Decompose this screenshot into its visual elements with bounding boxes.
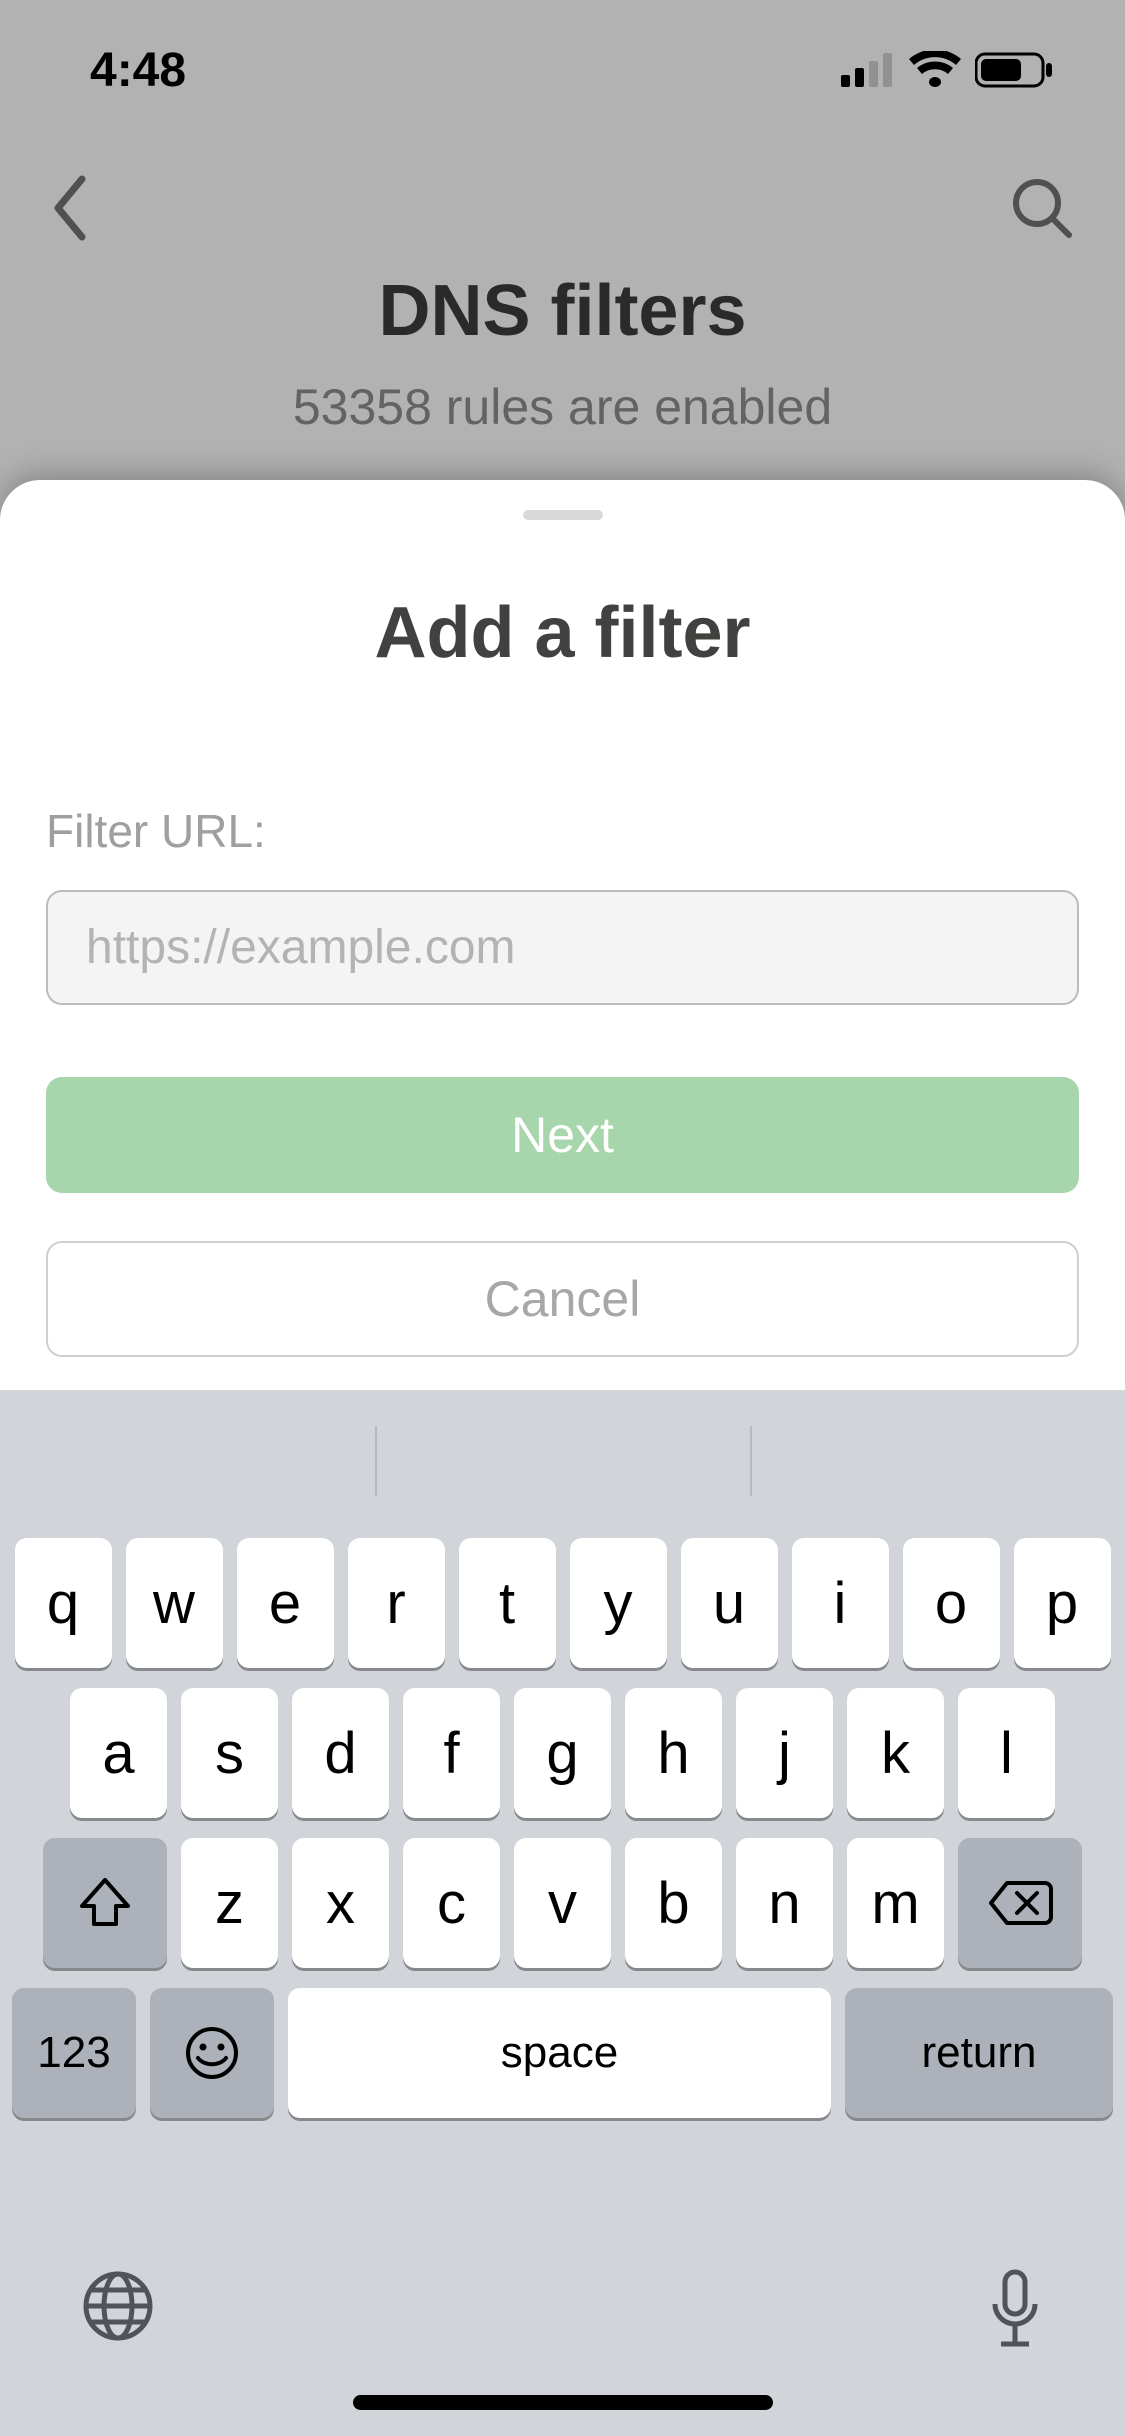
key-j[interactable]: j	[736, 1688, 833, 1818]
key-l[interactable]: l	[958, 1688, 1055, 1818]
key-n[interactable]: n	[736, 1838, 833, 1968]
sheet-title: Add a filter	[46, 592, 1079, 674]
suggestion-slot[interactable]	[375, 1404, 750, 1518]
sheet-grabber[interactable]	[523, 510, 603, 520]
shift-key[interactable]	[43, 1838, 167, 1968]
key-p[interactable]: p	[1014, 1538, 1111, 1668]
key-s[interactable]: s	[181, 1688, 278, 1818]
key-u[interactable]: u	[681, 1538, 778, 1668]
suggestion-slot[interactable]	[0, 1404, 375, 1518]
globe-icon	[80, 2268, 156, 2344]
backspace-icon	[987, 1879, 1053, 1927]
key-c[interactable]: c	[403, 1838, 500, 1968]
key-o[interactable]: o	[903, 1538, 1000, 1668]
key-b[interactable]: b	[625, 1838, 722, 1968]
key-q[interactable]: q	[15, 1538, 112, 1668]
filter-url-label: Filter URL:	[46, 804, 1079, 858]
key-v[interactable]: v	[514, 1838, 611, 1968]
keyboard: qwertyuiop asdfghjkl zxcvbnm 123	[0, 1390, 1125, 2436]
key-h[interactable]: h	[625, 1688, 722, 1818]
suggestion-slot[interactable]	[750, 1404, 1125, 1518]
key-x[interactable]: x	[292, 1838, 389, 1968]
key-g[interactable]: g	[514, 1688, 611, 1818]
space-key[interactable]: space	[288, 1988, 831, 2118]
home-indicator[interactable]	[353, 2395, 773, 2410]
return-key[interactable]: return	[845, 1988, 1113, 2118]
emoji-key[interactable]	[150, 1988, 274, 2118]
key-m[interactable]: m	[847, 1838, 944, 1968]
globe-key[interactable]	[80, 2268, 156, 2349]
key-w[interactable]: w	[126, 1538, 223, 1668]
key-d[interactable]: d	[292, 1688, 389, 1818]
key-e[interactable]: e	[237, 1538, 334, 1668]
cancel-button[interactable]: Cancel	[46, 1241, 1079, 1357]
numbers-key[interactable]: 123	[12, 1988, 136, 2118]
backspace-key[interactable]	[958, 1838, 1082, 1968]
key-i[interactable]: i	[792, 1538, 889, 1668]
emoji-icon	[184, 2025, 240, 2081]
key-f[interactable]: f	[403, 1688, 500, 1818]
key-k[interactable]: k	[847, 1688, 944, 1818]
key-y[interactable]: y	[570, 1538, 667, 1668]
filter-url-input[interactable]	[46, 890, 1079, 1005]
keyboard-suggestions	[0, 1404, 1125, 1518]
shift-icon	[78, 1876, 132, 1930]
key-r[interactable]: r	[348, 1538, 445, 1668]
key-a[interactable]: a	[70, 1688, 167, 1818]
dictation-key[interactable]	[985, 2268, 1045, 2359]
next-button[interactable]: Next	[46, 1077, 1079, 1193]
microphone-icon	[985, 2268, 1045, 2354]
key-z[interactable]: z	[181, 1838, 278, 1968]
key-t[interactable]: t	[459, 1538, 556, 1668]
